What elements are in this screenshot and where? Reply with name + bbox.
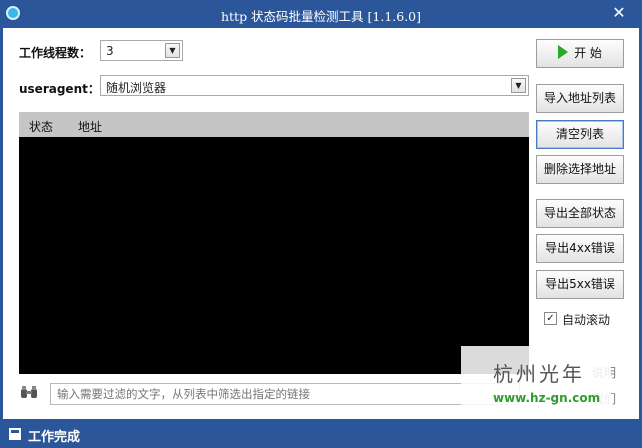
useragent-select[interactable]: 随机浏览器 ▼ bbox=[100, 75, 529, 96]
url-list[interactable]: 状态 地址 bbox=[19, 112, 529, 374]
main-panel: 工作线程数： 3 ▼ useragent： 随机浏览器 ▼ 状态 地址 开 始 … bbox=[3, 28, 639, 419]
title-bar: http 状态码批量检测工具 [1.1.6.0] ✕ bbox=[0, 0, 642, 28]
status-bar: 工作完成 bbox=[0, 419, 642, 448]
auto-scroll-checkbox[interactable]: ✓ bbox=[544, 312, 557, 325]
binoculars-icon bbox=[21, 386, 37, 398]
useragent-value: 随机浏览器 bbox=[106, 81, 167, 95]
watermark-url: www.hz-gn.com bbox=[493, 391, 601, 405]
threads-label: 工作线程数： bbox=[19, 46, 92, 60]
watermark-logo: 杭州光年 www.hz-gn.com bbox=[461, 346, 611, 414]
start-button[interactable]: 开 始 bbox=[536, 39, 624, 68]
clear-list-button[interactable]: 清空列表 bbox=[536, 120, 624, 149]
list-header: 状态 地址 bbox=[19, 112, 529, 137]
threads-value: 3 bbox=[106, 44, 114, 58]
chevron-down-icon[interactable]: ▼ bbox=[165, 43, 180, 58]
window-title: http 状态码批量检测工具 [1.1.6.0] bbox=[220, 9, 422, 24]
column-status[interactable]: 状态 bbox=[29, 118, 53, 135]
watermark-title: 杭州光年 bbox=[493, 362, 585, 386]
import-list-button[interactable]: 导入地址列表 bbox=[536, 84, 624, 113]
status-icon bbox=[9, 428, 21, 440]
start-label: 开 始 bbox=[574, 46, 602, 60]
status-text: 工作完成 bbox=[28, 430, 81, 445]
play-icon bbox=[558, 45, 569, 59]
export-5xx-button[interactable]: 导出5xx错误 bbox=[536, 270, 624, 299]
export-4xx-button[interactable]: 导出4xx错误 bbox=[536, 234, 624, 263]
export-all-button[interactable]: 导出全部状态 bbox=[536, 199, 624, 228]
filter-input[interactable] bbox=[50, 383, 520, 405]
threads-select[interactable]: 3 ▼ bbox=[100, 40, 183, 61]
close-button[interactable]: ✕ bbox=[610, 4, 628, 22]
auto-scroll-label: 自动滚动 bbox=[562, 313, 611, 327]
useragent-label: useragent： bbox=[19, 82, 100, 96]
delete-selected-button[interactable]: 删除选择地址 bbox=[536, 155, 624, 184]
chevron-down-icon[interactable]: ▼ bbox=[511, 78, 526, 93]
column-address[interactable]: 地址 bbox=[78, 118, 102, 135]
